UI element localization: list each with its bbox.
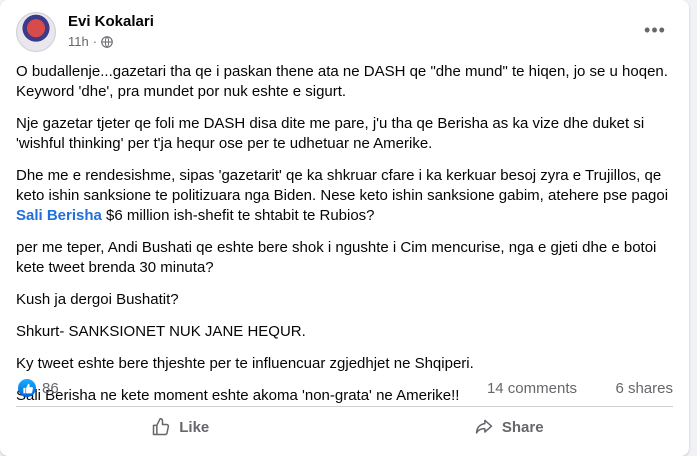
action-bar: Like Share — [16, 410, 673, 444]
post-meta: 11h · — [68, 34, 113, 49]
paragraph-text: $6 million ish-shefit te shtabit te Rubi… — [101, 207, 375, 224]
paragraph-text: Dhe me e rendesishme, sipas 'gazetarit' … — [16, 167, 669, 204]
reaction-count[interactable]: 86 — [42, 380, 59, 397]
more-options-icon[interactable]: ••• — [643, 18, 667, 42]
post-stats: 86 14 comments 6 shares — [16, 378, 673, 400]
thumbs-up-icon — [22, 383, 33, 393]
paragraph: O budallenje...gazetari tha qe i paskan … — [16, 63, 668, 100]
comments-count[interactable]: 14 comments — [487, 380, 577, 397]
post-body: O budallenje...gazetari tha qe i paskan … — [16, 62, 676, 418]
globe-icon — [101, 35, 113, 48]
post-card: Evi Kokalari 11h · ••• O budallenje...ga… — [0, 0, 689, 456]
share-label: Share — [501, 418, 544, 436]
like-label: Like — [179, 418, 210, 436]
post-time[interactable]: 11h — [68, 34, 89, 49]
share-arrow-icon — [475, 419, 493, 434]
post-header: Evi Kokalari 11h · ••• — [16, 12, 673, 54]
paragraph: Ky tweet eshte bere thjeshte per te infl… — [16, 355, 474, 372]
paragraph: Nje gazetar tjeter qe foli me DASH disa … — [16, 115, 645, 152]
like-reaction-icon[interactable] — [18, 379, 36, 397]
shares-count[interactable]: 6 shares — [615, 380, 673, 397]
paragraph: Dhe me e rendesishme, sipas 'gazetarit' … — [16, 166, 676, 226]
share-button[interactable]: Share — [345, 410, 674, 444]
paragraph: per me teper, Andi Bushati qe eshte bere… — [16, 239, 657, 276]
mention-link[interactable]: Sali Berisha — [16, 207, 102, 224]
thumbs-up-icon — [152, 417, 170, 436]
paragraph: Shkurt- SANKSIONET NUK JANE HEQUR. — [16, 323, 306, 340]
like-button[interactable]: Like — [16, 410, 345, 444]
paragraph: Kush ja dergoi Bushatit? — [16, 291, 179, 308]
meta-separator: · — [92, 34, 98, 49]
avatar[interactable] — [16, 12, 56, 52]
divider — [16, 406, 673, 407]
author-name[interactable]: Evi Kokalari — [68, 13, 154, 30]
